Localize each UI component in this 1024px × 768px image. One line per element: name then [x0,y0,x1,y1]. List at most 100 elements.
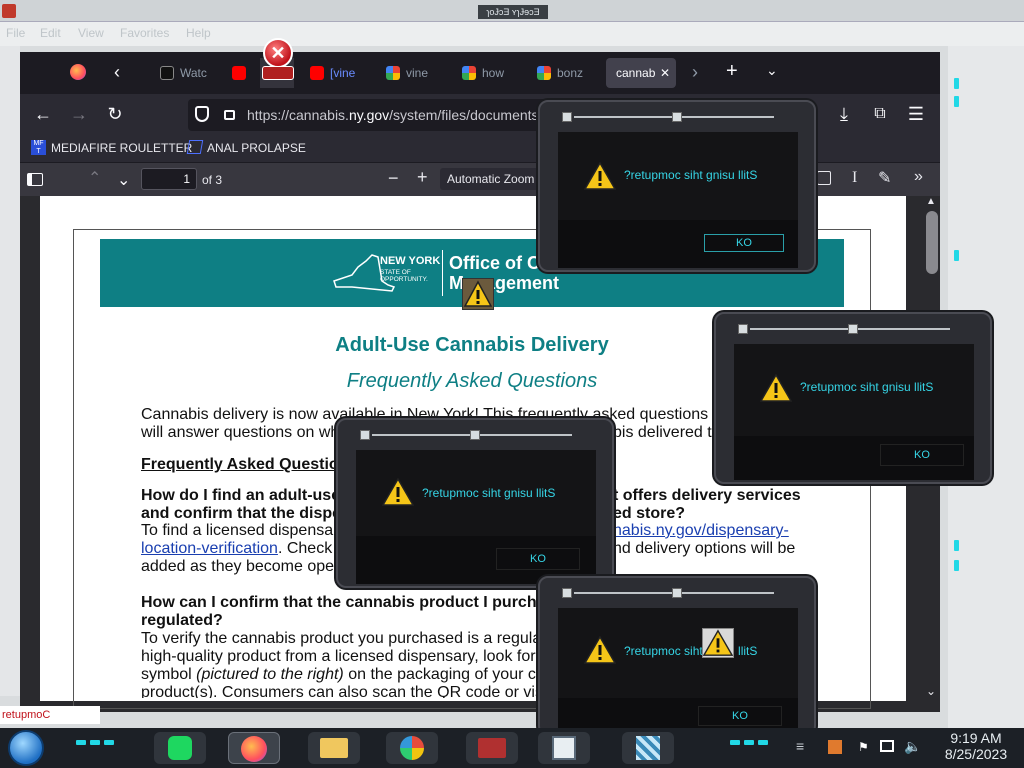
draw-tool-icon[interactable]: ✎ [878,168,891,188]
save-pdf-icon[interactable] [817,171,831,185]
previous-page-icon[interactable]: ⌃ [88,168,101,188]
close-tab-icon[interactable]: ✕ [660,58,670,88]
dialog-ok-button[interactable]: KO [880,444,964,466]
start-button[interactable] [8,730,44,766]
scroll-up-icon[interactable]: ▲ [926,196,936,207]
taskbar-app-grid[interactable] [622,732,674,764]
next-page-icon[interactable]: ⌄ [117,170,130,190]
firefox-icon [241,736,267,762]
bookmark-mediafire-roulette[interactable]: MEDIAFIRE ROULETTER [51,141,192,155]
taskbar-app-explorer[interactable] [308,732,360,764]
more-tools-icon[interactable]: » [914,168,923,186]
url-text[interactable]: https://cannabis.ny.gov/system/files/doc… [247,107,542,123]
cyan-light [730,740,740,745]
answer-1-line-2-text: . Check t [277,540,342,557]
volume-icon[interactable]: 🔈 [904,738,921,755]
lock-icon[interactable] [224,110,235,120]
tab-scroll-left-icon[interactable]: ‹ [114,62,120,83]
tab-7[interactable]: bonz [535,58,595,88]
menu-file[interactable]: File [6,26,25,40]
url-host: ny.gov [348,107,390,123]
tab-5[interactable]: vine [384,58,444,88]
faq-heading: Frequently Asked Questio [141,456,339,473]
taskbar-app-spotify[interactable] [154,732,206,764]
menu-view[interactable]: View [78,26,104,40]
taskbar-app-media[interactable] [466,732,518,764]
warning-icon [760,374,792,402]
forward-icon[interactable]: → [67,102,91,126]
youtube-icon [310,66,324,80]
dialog-corner-handle [738,324,748,334]
dialog-ok-button[interactable]: KO [698,706,782,726]
spotify-icon [168,736,192,760]
dialog-corner-handle [848,324,858,334]
youtube-icon [232,66,246,80]
tab-active[interactable]: cannab ✕ [606,58,676,88]
text-tool-icon[interactable]: I [852,169,857,187]
menu-help[interactable]: Help [186,26,211,40]
tab-6[interactable]: how [460,58,520,88]
dialog-message: ?retupmoc siht gnisu llitS [624,168,758,182]
answer-1-line-2b: nd delivery options will be [613,540,796,557]
sidebar-toggle-icon[interactable] [27,173,43,186]
dialog-message: ?retupmoc siht gnisu llitS [422,486,556,500]
taskbar-app-firefox[interactable] [228,732,280,764]
list-tabs-icon[interactable]: ⌄ [766,62,778,79]
tab-1[interactable]: Watc [158,58,218,88]
tab-label: bonz [557,66,584,80]
extensions-icon[interactable]: ⧉ [868,102,892,126]
cyan-light [954,78,959,89]
bookmark-anal-prolapse[interactable]: ANAL PROLAPSE [207,141,306,155]
menu-edit[interactable]: Edit [40,26,61,40]
menu-icon[interactable]: ☰ [904,102,928,126]
banner-state-of-opportunity: STATE OF OPPORTUNITY. [380,269,428,283]
warning-icon [584,162,616,190]
tab-4[interactable]: [vine [308,58,368,88]
cyan-light [90,740,100,745]
cyan-light [954,560,959,571]
dialog-ok-button[interactable]: KO [496,548,580,570]
clock[interactable]: 9:19 AM 8/25/2023 [934,730,1018,762]
answer-1-line-2: location-verification. Check t [141,540,341,558]
warning-dialog-4: ?retupmoc siht gnisu llitS KO [538,576,816,736]
google-icon [462,66,476,80]
network-icon[interactable] [880,740,894,752]
dialog-ok-button[interactable]: KO [704,234,784,252]
reload-icon[interactable]: ↻ [103,102,127,126]
menu-favorites[interactable]: Favorites [120,26,169,40]
dialog-corner-handle [360,430,370,440]
tab-label: cannab [616,66,656,80]
zoom-select[interactable]: Automatic Zoom [440,168,540,190]
tab-2[interactable] [230,58,258,88]
answer-2-pictured: (pictured to the right) [196,666,344,683]
cyan-light [744,740,754,745]
tray-app-icon[interactable] [828,740,842,754]
zoom-in-icon[interactable]: + [417,167,428,188]
error-stack-icon [262,66,294,80]
page-number-input[interactable]: 1 [141,168,197,190]
taskbar-app-paint[interactable] [386,732,438,764]
app-icon [2,4,16,18]
cyan-light [76,740,86,745]
tab-label: Watc [180,66,207,80]
dispensary-verification-link[interactable]: location-verification [141,540,278,557]
media-icon [478,738,506,758]
scrollbar-thumb[interactable] [926,211,938,274]
shield-icon[interactable] [195,106,209,122]
dialog-corner-handle [562,588,572,598]
answer-2-symbol: symbol [141,666,197,683]
firefox-view-icon[interactable] [70,64,86,80]
taskbar-app-document[interactable] [538,732,590,764]
downloads-icon[interactable]: ⤓ [832,102,856,126]
tray-menu-icon[interactable]: ≡ [796,738,804,754]
zoom-out-icon[interactable]: − [388,168,399,189]
answer-1-link-a[interactable]: nabis.ny.gov/dispensary- [613,522,789,540]
question-1-line-2: and confirm that the dispe [141,505,342,522]
url-suffix: /system/files/documents [389,107,539,123]
tray-flag-icon[interactable]: ⚑ [858,740,869,754]
scroll-down-icon[interactable]: ⌄ [926,684,936,698]
new-tab-icon[interactable]: + [726,60,738,83]
tab-scroll-right-icon[interactable]: › [692,62,698,83]
desktop-badge: retupmoC [0,706,100,724]
back-icon[interactable]: ← [31,102,55,126]
